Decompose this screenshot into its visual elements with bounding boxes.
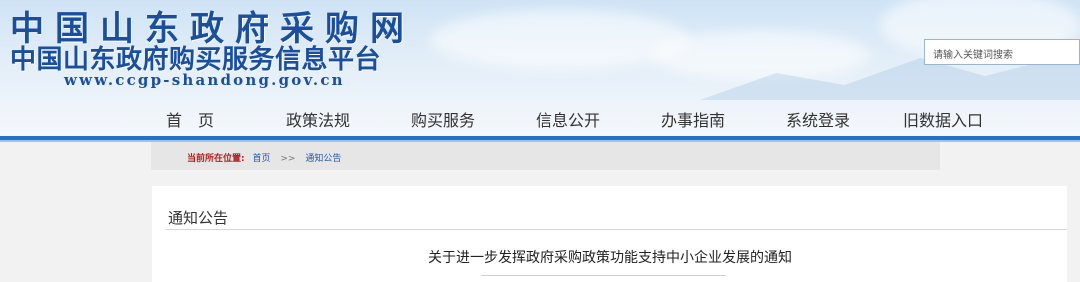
site-title: 中国山东政府采购网	[10, 9, 415, 49]
nav-item-guide[interactable]: 办事指南	[661, 107, 725, 131]
section-title: 通知公告	[168, 209, 229, 227]
nav-item-policy[interactable]: 政策法规	[286, 107, 350, 131]
nav-item-login[interactable]: 系统登录	[786, 107, 850, 131]
breadcrumb-label: 当前所在位置:	[187, 154, 245, 164]
breadcrumb: 当前所在位置: 首页 >> 通知公告	[151, 142, 940, 170]
site-header: 中国山东政府采购网 中国山东政府购买服务信息平台 www.ccgp-shando…	[0, 0, 1080, 136]
nav-item-old-data[interactable]: 旧数据入口	[903, 107, 983, 131]
nav-item-home[interactable]: 首 页	[166, 107, 214, 131]
breadcrumb-separator: >>	[280, 154, 296, 164]
nav-item-purchase-service[interactable]: 购买服务	[411, 107, 475, 131]
search-input[interactable]: 请输入关键词搜索	[924, 39, 1080, 65]
cloud-decoration	[430, 10, 690, 70]
main-nav: 首 页 政策法规 购买服务 信息公开 办事指南 系统登录 旧数据入口	[0, 101, 1080, 135]
section-divider	[166, 229, 1067, 230]
article-title: 关于进一步发挥政府采购政策功能支持中小企业发展的通知	[428, 250, 792, 266]
content-panel: 通知公告 关于进一步发挥政府采购政策功能支持中小企业发展的通知	[152, 186, 1067, 282]
breadcrumb-current-link[interactable]: 通知公告	[305, 154, 341, 164]
article-title-underline	[481, 275, 726, 276]
site-subtitle: 中国山东政府购买服务信息平台	[10, 45, 382, 75]
site-url: www.ccgp-shandong.gov.cn	[64, 71, 345, 89]
breadcrumb-home-link[interactable]: 首页	[252, 154, 270, 164]
nav-item-info-disclosure[interactable]: 信息公开	[536, 107, 600, 131]
cloud-decoration	[650, 30, 870, 80]
